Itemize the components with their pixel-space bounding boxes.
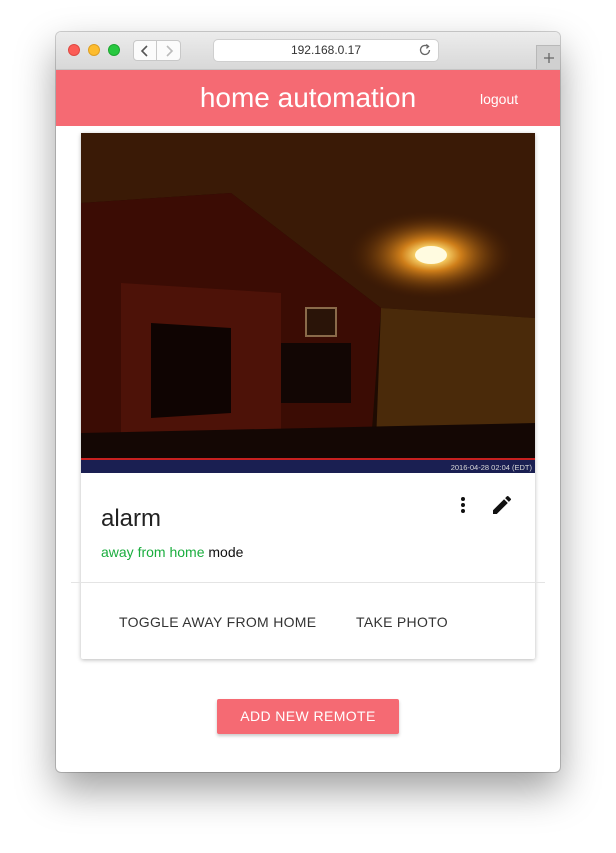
toggle-away-button[interactable]: TOGGLE AWAY FROM HOME xyxy=(119,614,316,630)
browser-titlebar: 192.168.0.17 xyxy=(56,32,560,70)
edit-icon[interactable] xyxy=(490,493,514,517)
mode-status-suffix: mode xyxy=(208,544,244,560)
address-bar[interactable]: 192.168.0.17 xyxy=(213,39,439,62)
mode-status: away from home mode xyxy=(101,544,243,560)
browser-window: 192.168.0.17 home automation logout 2016… xyxy=(56,32,560,772)
card-divider xyxy=(71,582,545,583)
camera-photo: 2016-04-28 02:04 (EDT) xyxy=(81,133,535,473)
zoom-window-button[interactable] xyxy=(108,44,120,56)
app-header: home automation logout xyxy=(56,70,560,126)
alarm-card: 2016-04-28 02:04 (EDT) alarm away from h… xyxy=(71,133,545,659)
back-icon xyxy=(140,44,148,57)
close-window-button[interactable] xyxy=(68,44,80,56)
new-tab-button[interactable] xyxy=(536,45,560,69)
card-title: alarm xyxy=(101,505,162,532)
add-new-remote-button[interactable]: ADD NEW REMOTE xyxy=(217,699,399,734)
reload-icon[interactable] xyxy=(418,43,432,57)
logout-link[interactable]: logout xyxy=(480,91,518,107)
take-photo-button[interactable]: TAKE PHOTO xyxy=(356,614,448,630)
forward-icon xyxy=(165,44,173,57)
photo-timestamp: 2016-04-28 02:04 (EDT) xyxy=(451,463,533,472)
minimize-window-button[interactable] xyxy=(88,44,100,56)
more-vert-icon[interactable] xyxy=(453,493,473,517)
mode-status-highlight: away from home xyxy=(101,544,205,560)
address-text: 192.168.0.17 xyxy=(290,43,362,57)
forward-button[interactable] xyxy=(157,40,181,61)
back-button[interactable] xyxy=(133,40,157,61)
plus-icon xyxy=(543,52,554,63)
